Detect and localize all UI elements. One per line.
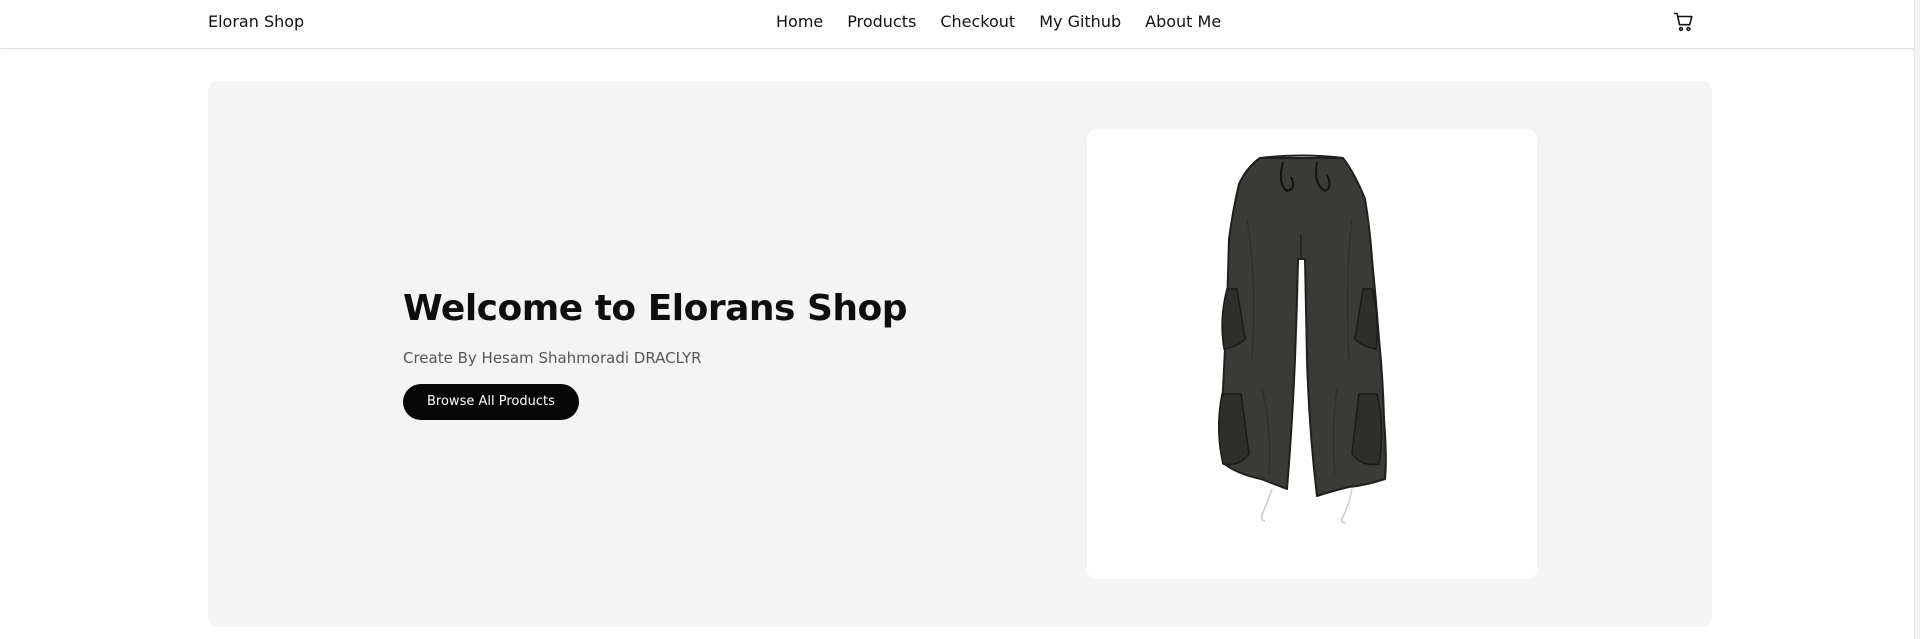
main-nav: Home Products Checkout My Github About M…	[776, 12, 1221, 31]
nav-checkout-link[interactable]: Checkout	[940, 12, 1015, 31]
hero-title: Welcome to Elorans Shop	[403, 288, 908, 329]
shopping-cart-icon[interactable]	[1672, 10, 1696, 34]
nav-home-link[interactable]: Home	[776, 12, 823, 31]
brand-link[interactable]: Eloran Shop	[208, 12, 304, 31]
nav-about-link[interactable]: About Me	[1145, 12, 1221, 31]
cargo-pants-image	[1217, 154, 1387, 524]
top-navbar: Eloran Shop Home Products Checkout My Gi…	[0, 0, 1920, 49]
nav-products-link[interactable]: Products	[847, 12, 916, 31]
hero-product-card	[1087, 129, 1537, 579]
browse-all-products-button[interactable]: Browse All Products	[403, 384, 579, 420]
hero-subtitle: Create By Hesam Shahmoradi DRACLYR	[403, 349, 702, 367]
page-scrollbar[interactable]	[1914, 0, 1920, 639]
hero-banner: Welcome to Elorans Shop Create By Hesam …	[208, 81, 1712, 627]
nav-github-link[interactable]: My Github	[1039, 12, 1121, 31]
